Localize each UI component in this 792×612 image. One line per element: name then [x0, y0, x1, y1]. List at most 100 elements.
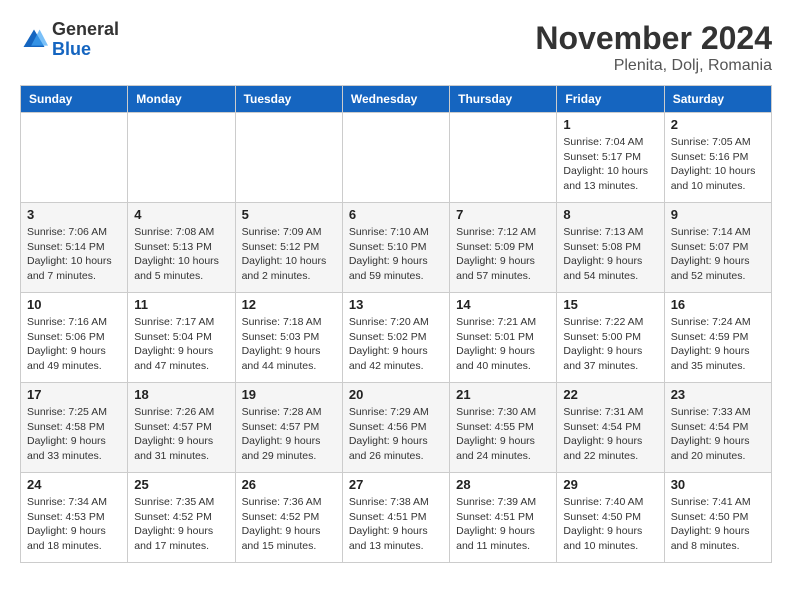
day-number: 14	[456, 297, 550, 312]
calendar-cell: 26 Sunrise: 7:36 AM Sunset: 4:52 PM Dayli…	[235, 473, 342, 563]
day-info: Sunrise: 7:21 AM Sunset: 5:01 PM Dayligh…	[456, 315, 550, 374]
month-title: November 2024	[535, 20, 772, 57]
calendar-header-row: SundayMondayTuesdayWednesdayThursdayFrid…	[21, 86, 772, 113]
day-number: 27	[349, 477, 443, 492]
day-info: Sunrise: 7:31 AM Sunset: 4:54 PM Dayligh…	[563, 405, 657, 464]
calendar-cell: 11 Sunrise: 7:17 AM Sunset: 5:04 PM Dayli…	[128, 293, 235, 383]
day-info: Sunrise: 7:06 AM Sunset: 5:14 PM Dayligh…	[27, 225, 121, 284]
calendar-cell: 29Sunrise: 7:40 AM Sunset: 4:50 PM Dayli…	[557, 473, 664, 563]
day-number: 3	[27, 207, 121, 222]
day-info: Sunrise: 7:30 AM Sunset: 4:55 PM Dayligh…	[456, 405, 550, 464]
calendar-cell: 9 Sunrise: 7:14 AM Sunset: 5:07 PM Daylig…	[664, 203, 771, 293]
calendar-cell	[235, 113, 342, 203]
day-info: Sunrise: 7:14 AM Sunset: 5:07 PM Dayligh…	[671, 225, 765, 284]
calendar-table: SundayMondayTuesdayWednesdayThursdayFrid…	[20, 85, 772, 563]
calendar-header-saturday: Saturday	[664, 86, 771, 113]
day-info: Sunrise: 7:12 AM Sunset: 5:09 PM Dayligh…	[456, 225, 550, 284]
calendar-cell: 2Sunrise: 7:05 AM Sunset: 5:16 PM Daylig…	[664, 113, 771, 203]
calendar-cell: 5Sunrise: 7:09 AM Sunset: 5:12 PM Daylig…	[235, 203, 342, 293]
day-info: Sunrise: 7:33 AM Sunset: 4:54 PM Dayligh…	[671, 405, 765, 464]
day-number: 6	[349, 207, 443, 222]
day-number: 7	[456, 207, 550, 222]
day-number: 18	[134, 387, 228, 402]
day-number: 20	[349, 387, 443, 402]
day-info: Sunrise: 7:39 AM Sunset: 4:51 PM Dayligh…	[456, 495, 550, 554]
day-info: Sunrise: 7:26 AM Sunset: 4:57 PM Dayligh…	[134, 405, 228, 464]
day-info: Sunrise: 7:10 AM Sunset: 5:10 PM Dayligh…	[349, 225, 443, 284]
calendar-cell: 1 Sunrise: 7:04 AM Sunset: 5:17 PM Daylig…	[557, 113, 664, 203]
day-info: Sunrise: 7:20 AM Sunset: 5:02 PM Dayligh…	[349, 315, 443, 374]
day-number: 16	[671, 297, 765, 312]
calendar-week-1: 1 Sunrise: 7:04 AM Sunset: 5:17 PM Daylig…	[21, 113, 772, 203]
day-number: 4	[134, 207, 228, 222]
logo: General Blue	[20, 20, 119, 60]
calendar-cell: 6 Sunrise: 7:10 AM Sunset: 5:10 PM Daylig…	[342, 203, 449, 293]
calendar-cell: 19 Sunrise: 7:28 AM Sunset: 4:57 PM Dayli…	[235, 383, 342, 473]
day-info: Sunrise: 7:40 AM Sunset: 4:50 PM Dayligh…	[563, 495, 657, 554]
calendar-header-wednesday: Wednesday	[342, 86, 449, 113]
day-info: Sunrise: 7:22 AM Sunset: 5:00 PM Dayligh…	[563, 315, 657, 374]
calendar-cell: 16 Sunrise: 7:24 AM Sunset: 4:59 PM Dayli…	[664, 293, 771, 383]
calendar-week-2: 3 Sunrise: 7:06 AM Sunset: 5:14 PM Daylig…	[21, 203, 772, 293]
page-header: General Blue November 2024 Plenita, Dolj…	[20, 20, 772, 75]
calendar-cell: 23 Sunrise: 7:33 AM Sunset: 4:54 PM Dayli…	[664, 383, 771, 473]
day-number: 8	[563, 207, 657, 222]
calendar-cell: 17 Sunrise: 7:25 AM Sunset: 4:58 PM Dayli…	[21, 383, 128, 473]
day-info: Sunrise: 7:28 AM Sunset: 4:57 PM Dayligh…	[242, 405, 336, 464]
calendar-header-friday: Friday	[557, 86, 664, 113]
location: Plenita, Dolj, Romania	[535, 57, 772, 75]
calendar-cell: 22Sunrise: 7:31 AM Sunset: 4:54 PM Dayli…	[557, 383, 664, 473]
day-number: 25	[134, 477, 228, 492]
calendar-cell: 30 Sunrise: 7:41 AM Sunset: 4:50 PM Dayli…	[664, 473, 771, 563]
day-info: Sunrise: 7:38 AM Sunset: 4:51 PM Dayligh…	[349, 495, 443, 554]
calendar-header-tuesday: Tuesday	[235, 86, 342, 113]
day-number: 15	[563, 297, 657, 312]
day-number: 21	[456, 387, 550, 402]
day-info: Sunrise: 7:35 AM Sunset: 4:52 PM Dayligh…	[134, 495, 228, 554]
calendar-cell	[128, 113, 235, 203]
calendar-cell: 3 Sunrise: 7:06 AM Sunset: 5:14 PM Daylig…	[21, 203, 128, 293]
day-info: Sunrise: 7:41 AM Sunset: 4:50 PM Dayligh…	[671, 495, 765, 554]
calendar-cell: 21 Sunrise: 7:30 AM Sunset: 4:55 PM Dayli…	[450, 383, 557, 473]
day-info: Sunrise: 7:18 AM Sunset: 5:03 PM Dayligh…	[242, 315, 336, 374]
day-number: 12	[242, 297, 336, 312]
day-info: Sunrise: 7:09 AM Sunset: 5:12 PM Dayligh…	[242, 225, 336, 284]
calendar-cell: 12 Sunrise: 7:18 AM Sunset: 5:03 PM Dayli…	[235, 293, 342, 383]
day-number: 17	[27, 387, 121, 402]
day-number: 2	[671, 117, 765, 132]
day-info: Sunrise: 7:36 AM Sunset: 4:52 PM Dayligh…	[242, 495, 336, 554]
day-info: Sunrise: 7:04 AM Sunset: 5:17 PM Dayligh…	[563, 135, 657, 194]
day-number: 23	[671, 387, 765, 402]
day-info: Sunrise: 7:29 AM Sunset: 4:56 PM Dayligh…	[349, 405, 443, 464]
day-number: 13	[349, 297, 443, 312]
logo-icon	[20, 26, 48, 54]
calendar-week-5: 24Sunrise: 7:34 AM Sunset: 4:53 PM Dayli…	[21, 473, 772, 563]
calendar-cell: 25 Sunrise: 7:35 AM Sunset: 4:52 PM Dayli…	[128, 473, 235, 563]
calendar-cell: 13 Sunrise: 7:20 AM Sunset: 5:02 PM Dayli…	[342, 293, 449, 383]
day-number: 1	[563, 117, 657, 132]
day-info: Sunrise: 7:25 AM Sunset: 4:58 PM Dayligh…	[27, 405, 121, 464]
calendar-cell: 20 Sunrise: 7:29 AM Sunset: 4:56 PM Dayli…	[342, 383, 449, 473]
calendar-cell: 8 Sunrise: 7:13 AM Sunset: 5:08 PM Daylig…	[557, 203, 664, 293]
day-info: Sunrise: 7:17 AM Sunset: 5:04 PM Dayligh…	[134, 315, 228, 374]
day-info: Sunrise: 7:08 AM Sunset: 5:13 PM Dayligh…	[134, 225, 228, 284]
day-number: 19	[242, 387, 336, 402]
day-number: 9	[671, 207, 765, 222]
calendar-cell: 7 Sunrise: 7:12 AM Sunset: 5:09 PM Daylig…	[450, 203, 557, 293]
calendar-cell	[450, 113, 557, 203]
calendar-week-4: 17 Sunrise: 7:25 AM Sunset: 4:58 PM Dayli…	[21, 383, 772, 473]
calendar-cell: 24Sunrise: 7:34 AM Sunset: 4:53 PM Dayli…	[21, 473, 128, 563]
day-info: Sunrise: 7:34 AM Sunset: 4:53 PM Dayligh…	[27, 495, 121, 554]
calendar-week-3: 10Sunrise: 7:16 AM Sunset: 5:06 PM Dayli…	[21, 293, 772, 383]
calendar-cell: 4 Sunrise: 7:08 AM Sunset: 5:13 PM Daylig…	[128, 203, 235, 293]
calendar-header-thursday: Thursday	[450, 86, 557, 113]
day-number: 26	[242, 477, 336, 492]
day-number: 28	[456, 477, 550, 492]
day-info: Sunrise: 7:24 AM Sunset: 4:59 PM Dayligh…	[671, 315, 765, 374]
calendar-cell: 18 Sunrise: 7:26 AM Sunset: 4:57 PM Dayli…	[128, 383, 235, 473]
day-info: Sunrise: 7:16 AM Sunset: 5:06 PM Dayligh…	[27, 315, 121, 374]
day-number: 11	[134, 297, 228, 312]
calendar-cell: 15 Sunrise: 7:22 AM Sunset: 5:00 PM Dayli…	[557, 293, 664, 383]
day-number: 30	[671, 477, 765, 492]
day-info: Sunrise: 7:13 AM Sunset: 5:08 PM Dayligh…	[563, 225, 657, 284]
